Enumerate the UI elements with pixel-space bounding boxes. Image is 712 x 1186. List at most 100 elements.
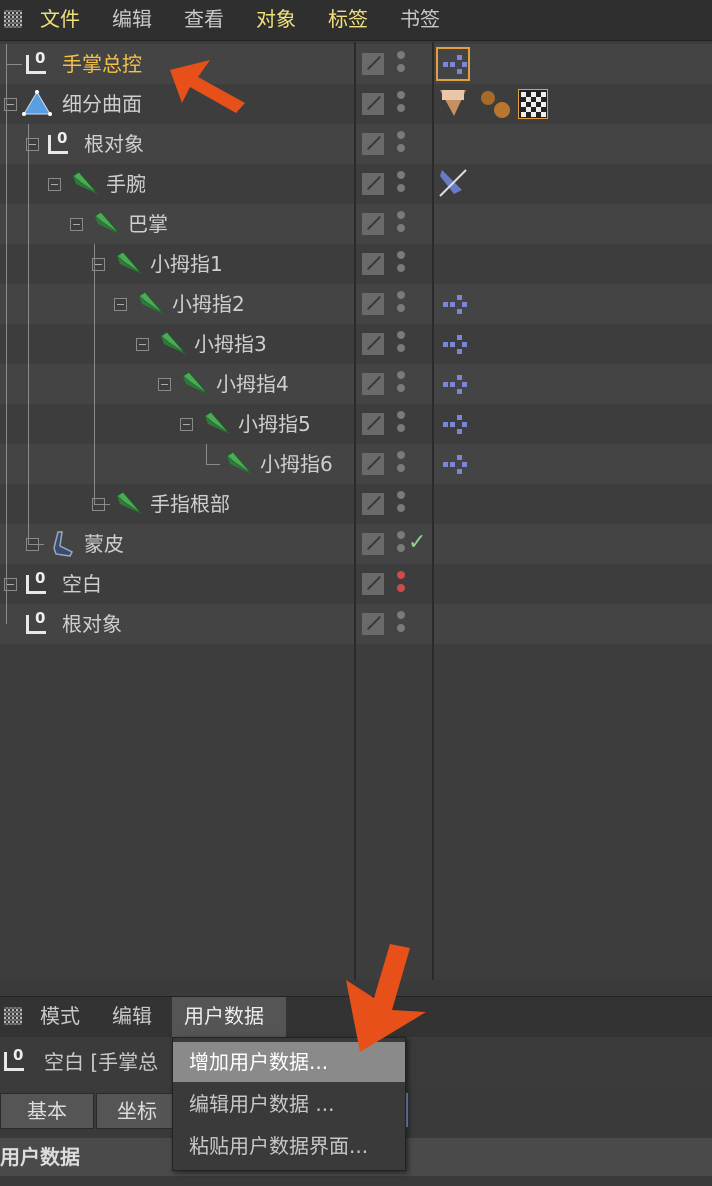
expand-toggle-icon[interactable] (114, 298, 127, 311)
visibility-dots-icon[interactable] (397, 211, 405, 237)
visibility-dots-icon[interactable] (397, 491, 405, 517)
object-name[interactable]: 小拇指3 (194, 331, 267, 357)
enabled-check-icon[interactable]: ✓ (408, 530, 426, 555)
visibility-dots-icon[interactable] (397, 51, 405, 77)
menu-file[interactable]: 文件 (40, 6, 80, 32)
object-name[interactable]: 手腕 (106, 171, 146, 197)
render-toggle-icon[interactable] (362, 453, 384, 475)
menu-bookmarks[interactable]: 书签 (400, 6, 440, 32)
material-tag-icon[interactable] (438, 86, 470, 118)
menu-edit[interactable]: 编辑 (112, 6, 152, 32)
object-row[interactable]: 蒙皮 (0, 524, 354, 564)
ik-tag-icon[interactable] (436, 327, 470, 361)
object-name[interactable]: 巴掌 (128, 211, 168, 237)
object-name[interactable]: 细分曲面 (62, 91, 142, 117)
ik-tag-icon[interactable] (436, 407, 470, 441)
render-toggle-icon[interactable] (362, 333, 384, 355)
tab-coordinates[interactable]: 坐标 (96, 1093, 178, 1129)
menu-item-edit-user-data[interactable]: 编辑用户数据 ... (173, 1084, 405, 1124)
ik-tag-icon[interactable] (436, 447, 470, 481)
expand-toggle-icon[interactable] (136, 338, 149, 351)
tags-cell (434, 484, 712, 524)
object-row[interactable]: 小拇指1 (0, 244, 354, 284)
visibility-dots-icon[interactable] (397, 611, 405, 637)
visibility-dots-icon[interactable] (397, 411, 405, 437)
render-toggle-icon[interactable] (362, 173, 384, 195)
object-name[interactable]: 根对象 (84, 131, 144, 157)
grip-icon[interactable] (4, 1007, 22, 1025)
render-toggle-icon[interactable] (362, 93, 384, 115)
object-row[interactable]: 0 空白 (0, 564, 354, 604)
constraint-tag-icon[interactable] (436, 166, 470, 200)
render-toggle-icon[interactable] (362, 253, 384, 275)
object-name[interactable]: 小拇指2 (172, 291, 245, 317)
render-toggle-icon[interactable] (362, 213, 384, 235)
object-title: 空白 [手掌总 (44, 1050, 159, 1074)
visibility-cell (356, 444, 432, 484)
render-toggle-icon[interactable] (362, 613, 384, 635)
object-row[interactable]: 小拇指4 (0, 364, 354, 404)
visibility-dots-icon[interactable] (397, 571, 405, 597)
tags-cell (434, 364, 712, 404)
material-tag-icon[interactable] (478, 88, 512, 120)
visibility-dots-icon[interactable] (397, 371, 405, 397)
tab-basic[interactable]: 基本 (0, 1093, 94, 1129)
visibility-dots-icon[interactable] (397, 91, 405, 117)
expand-toggle-icon[interactable] (70, 218, 83, 231)
visibility-dots-icon[interactable] (397, 451, 405, 477)
object-row[interactable]: 小拇指5 (0, 404, 354, 444)
visibility-dots-icon[interactable] (397, 131, 405, 157)
render-toggle-icon[interactable] (362, 533, 384, 555)
tags-cell (434, 204, 712, 244)
tags-cell (434, 284, 712, 324)
object-name[interactable]: 根对象 (62, 611, 122, 637)
menu-item-paste-user-data-interface[interactable]: 粘贴用户数据界面... (173, 1126, 405, 1166)
ik-tag-icon[interactable] (436, 287, 470, 321)
joint-icon (226, 451, 253, 475)
object-row[interactable]: 手腕 (0, 164, 354, 204)
render-toggle-icon[interactable] (362, 133, 384, 155)
object-name[interactable]: 蒙皮 (84, 531, 124, 557)
render-toggle-icon[interactable] (362, 293, 384, 315)
render-toggle-icon[interactable] (362, 53, 384, 75)
tab-edit[interactable]: 编辑 (112, 1003, 152, 1029)
ik-tag-icon[interactable] (436, 367, 470, 401)
object-name[interactable]: 小拇指1 (150, 251, 223, 277)
grip-icon[interactable] (4, 10, 22, 28)
ik-tag-icon[interactable] (436, 47, 470, 81)
object-row[interactable]: 小拇指2 (0, 284, 354, 324)
tab-user-data[interactable]: 用户数据 (172, 997, 286, 1037)
object-row[interactable]: 0 根对象 (0, 124, 354, 164)
object-name[interactable]: 小拇指6 (260, 451, 333, 477)
section-title: 用户数据 (0, 1145, 80, 1169)
render-toggle-icon[interactable] (362, 573, 384, 595)
menu-tags[interactable]: 标签 (328, 6, 368, 32)
object-row[interactable]: 小拇指3 (0, 324, 354, 364)
texture-tag-icon[interactable] (518, 89, 548, 119)
object-row[interactable]: 手指根部 (0, 484, 354, 524)
render-toggle-icon[interactable] (362, 373, 384, 395)
render-toggle-icon[interactable] (362, 413, 384, 435)
visibility-dots-icon[interactable] (397, 331, 405, 357)
expand-toggle-icon[interactable] (48, 178, 61, 191)
expand-toggle-icon[interactable] (158, 378, 171, 391)
visibility-dots-icon[interactable] (397, 171, 405, 197)
render-toggle-icon[interactable] (362, 493, 384, 515)
object-name[interactable]: 小拇指5 (238, 411, 311, 437)
object-row[interactable]: 巴掌 (0, 204, 354, 244)
object-name[interactable]: 手指根部 (150, 491, 230, 517)
visibility-dots-icon[interactable] (397, 531, 405, 557)
object-name[interactable]: 小拇指4 (216, 371, 289, 397)
visibility-dots-icon[interactable] (397, 291, 405, 317)
tab-mode[interactable]: 模式 (40, 1003, 80, 1029)
expand-toggle-icon[interactable] (180, 418, 193, 431)
joint-icon (160, 331, 187, 355)
object-name[interactable]: 空白 (62, 571, 102, 597)
object-row[interactable]: 0 根对象 (0, 604, 354, 644)
object-row[interactable]: 小拇指6 (0, 444, 354, 484)
object-name[interactable]: 手掌总控 (62, 51, 142, 77)
menu-object[interactable]: 对象 (256, 6, 296, 32)
menu-view[interactable]: 查看 (184, 6, 224, 32)
visibility-dots-icon[interactable] (397, 251, 405, 277)
null-icon: 0 (26, 569, 48, 594)
